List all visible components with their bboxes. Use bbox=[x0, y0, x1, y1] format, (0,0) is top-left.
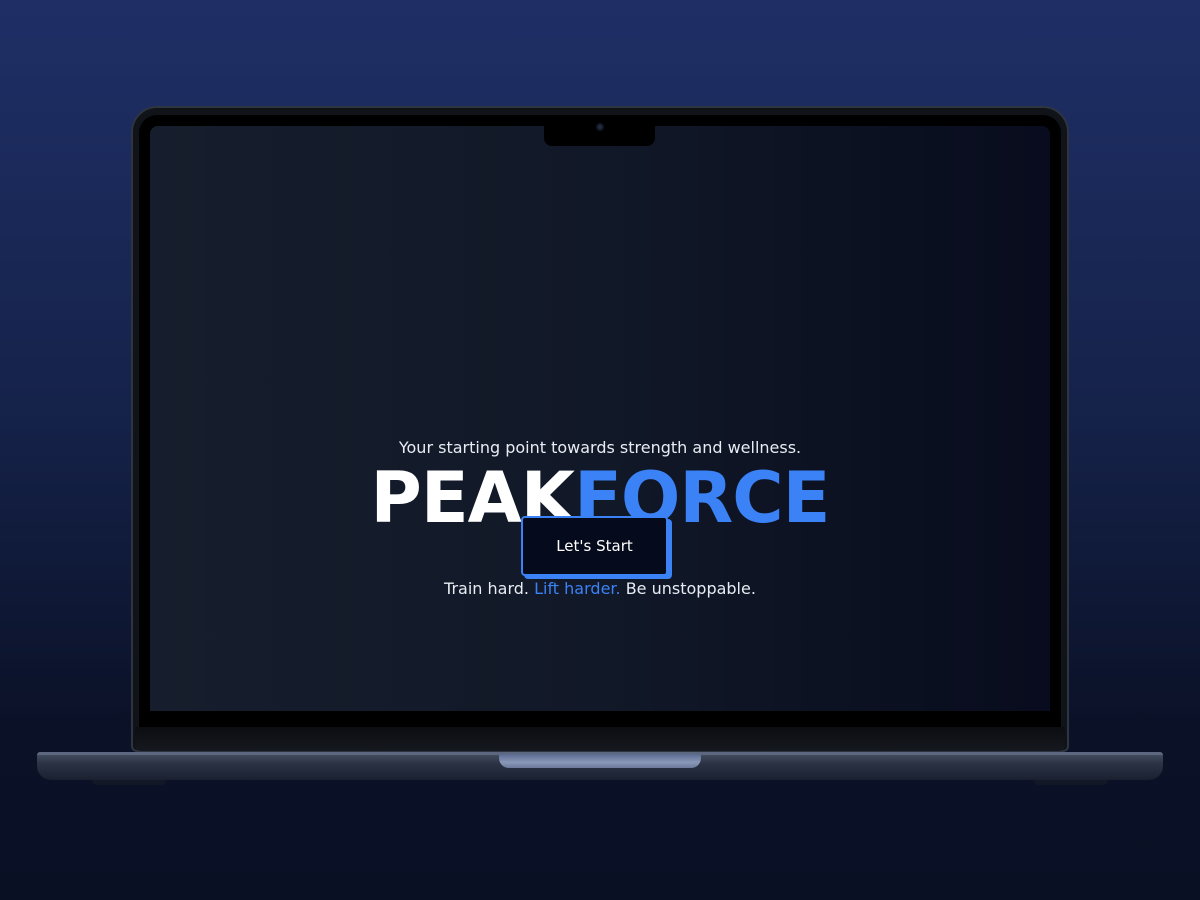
laptop-foot-left bbox=[92, 780, 166, 785]
motto-highlight: Lift harder. bbox=[534, 579, 621, 598]
hero-motto: Train hard. Lift harder. Be unstoppable. bbox=[150, 579, 1050, 598]
laptop-chin bbox=[135, 727, 1065, 751]
motto-part-1: Train hard. bbox=[444, 579, 535, 598]
laptop-opening-notch bbox=[499, 754, 701, 768]
motto-part-2: Be unstoppable. bbox=[620, 579, 756, 598]
lets-start-button[interactable]: Let's Start bbox=[521, 516, 668, 576]
laptop-screen: Your starting point towards strength and… bbox=[150, 126, 1050, 711]
laptop-foot-right bbox=[1034, 780, 1108, 785]
camera-icon bbox=[596, 123, 604, 131]
